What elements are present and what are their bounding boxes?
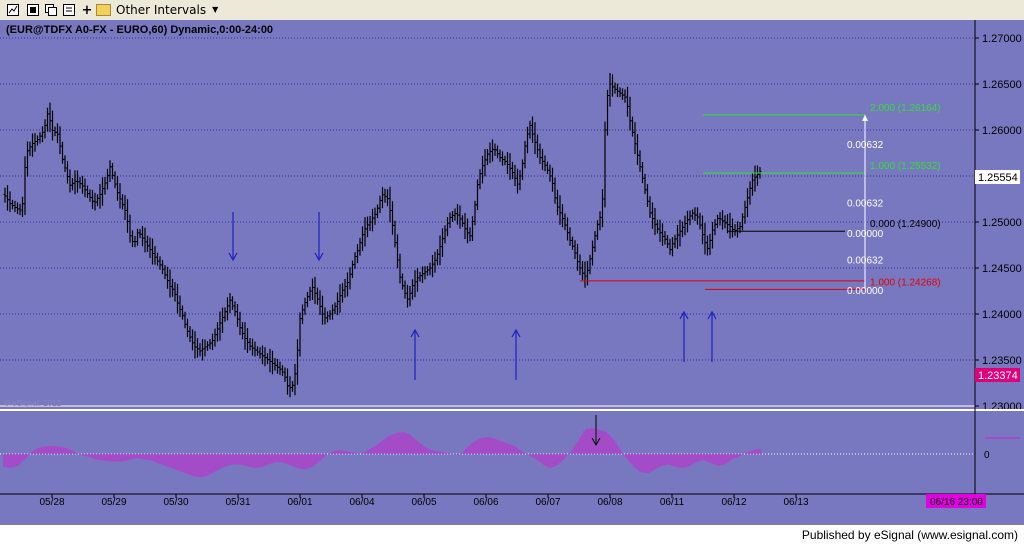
price-tick-label: 1.23500 — [982, 355, 1022, 367]
footer-credit: Published by eSignal (www.esignal.com) — [801, 528, 1018, 542]
time-tick-label: 06/08 — [597, 497, 622, 508]
time-tick-label: 06/11 — [660, 497, 685, 508]
settings-icon[interactable] — [62, 3, 76, 17]
price-tick-label: 1.24500 — [982, 263, 1022, 275]
price-axis: 1.27000 1.26500 1.26000 1.25000 1.24500 1.240… — [975, 33, 1022, 413]
marker-price: 1.23374 — [978, 370, 1018, 382]
price-tick-label: 1.26000 — [982, 125, 1022, 137]
price-chart[interactable]: 1.27000 1.26500 1.26000 1.25000 1.24500 1.240… — [0, 20, 1024, 524]
time-tick-label: 06/06 — [473, 497, 498, 508]
add-icon[interactable]: + — [80, 3, 94, 18]
time-tick-label: 05/30 — [163, 497, 188, 508]
toolbar: + Other Intervals ▼ — [0, 0, 1024, 21]
interval-label: Other Intervals — [116, 2, 207, 17]
price-tick-label: 1.26500 — [982, 79, 1022, 91]
crosshair-time: 06/16 23:00 — [930, 497, 983, 508]
fib-distance-label: 0.00632 — [847, 256, 884, 267]
time-tick-label: 06/13 — [783, 497, 808, 508]
time-tick-label: 06/12 — [721, 497, 746, 508]
price-tick-label: 1.24000 — [982, 309, 1022, 321]
time-tick-label: 06/05 — [411, 497, 436, 508]
time-tick-label: 06/07 — [535, 497, 560, 508]
chart-type-icon[interactable] — [6, 3, 20, 17]
copy-icon[interactable] — [44, 3, 58, 17]
price-tick-label: 1.25000 — [982, 217, 1022, 229]
chevron-down-icon: ▼ — [212, 5, 219, 14]
fib-distance-label: 0.00000 — [847, 286, 884, 297]
interval-dropdown[interactable]: Other Intervals ▼ — [96, 1, 218, 18]
time-tick-label: 06/04 — [349, 497, 374, 508]
folder-icon — [96, 3, 111, 16]
watermark: © eSignal, 2012 — [4, 399, 62, 408]
time-tick-label: 06/01 — [287, 497, 312, 508]
fib-level-label: 2.000 (1.26164) — [870, 103, 941, 114]
time-tick-label: 05/28 — [39, 497, 64, 508]
fib-distance-label: 0.00000 — [847, 229, 884, 240]
last-price: 1.25554 — [978, 172, 1018, 184]
chart-title: (EUR@TDFX A0-FX - EURO,60) Dynamic,0:00-… — [6, 24, 273, 36]
time-tick-label: 05/31 — [225, 497, 250, 508]
chart-area[interactable]: 1.27000 1.26500 1.26000 1.25000 1.24500 1.240… — [0, 20, 1024, 524]
fib-level-label: 1.000 (1.25532) — [870, 161, 941, 172]
oscillator-zero-label: 0 — [984, 450, 990, 461]
fib-distance-label: 0.00632 — [847, 199, 884, 210]
fib-distance-label: 0.00632 — [847, 140, 884, 151]
time-tick-label: 05/29 — [101, 497, 126, 508]
properties-icon[interactable] — [26, 3, 40, 17]
price-tick-label: 1.27000 — [982, 33, 1022, 45]
footer: Published by eSignal (www.esignal.com) — [0, 524, 1024, 545]
price-tick-label: 1.23000 — [982, 401, 1022, 413]
